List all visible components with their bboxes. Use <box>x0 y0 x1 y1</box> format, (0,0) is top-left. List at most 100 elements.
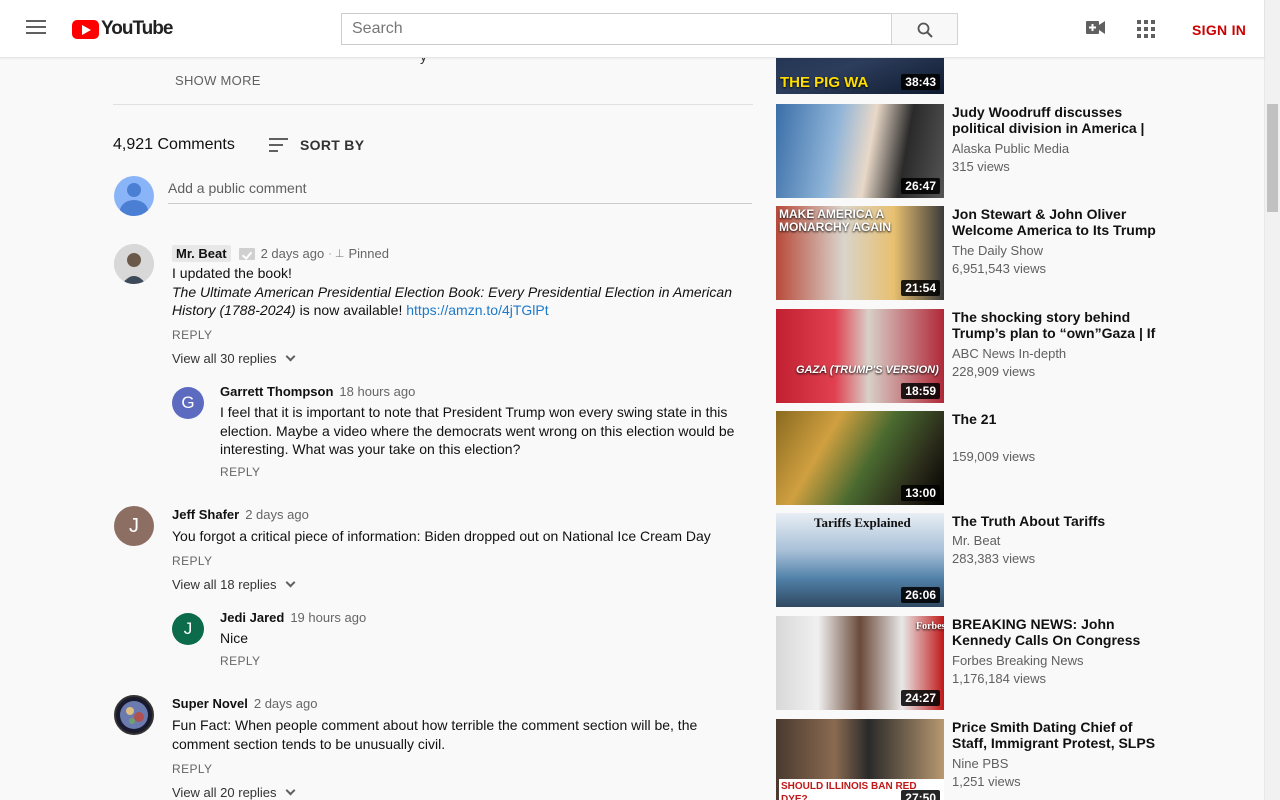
video-title[interactable]: Jon Stewart & John Oliver Welcome Americ… <box>952 206 1162 238</box>
view-replies-button[interactable]: View all 18 replies <box>172 577 295 592</box>
reply-meta: Jedi Jared 19 hours ago <box>220 610 366 625</box>
view-count: 283,383 views <box>952 551 1036 566</box>
video-thumbnail[interactable]: 13:00 <box>776 411 944 505</box>
view-count: 159,009 views <box>952 449 1036 464</box>
thumbnail-caption: THE PIG WA <box>780 74 869 91</box>
video-title[interactable]: Judy Woodruff discusses political divisi… <box>952 104 1162 136</box>
comment-time[interactable]: 2 days ago <box>245 507 309 522</box>
comment-meta: Mr. Beat 2 days ago · ⊥ Pinned <box>172 245 389 262</box>
video-thumbnail[interactable]: GAZA (TRUMP'S VERSION) 18:59 <box>776 309 944 403</box>
thumbnail-caption: Forbes <box>916 621 944 632</box>
search-button[interactable] <box>891 13 958 45</box>
menu-button[interactable] <box>24 17 48 41</box>
pin-icon: · ⊥ <box>328 248 345 260</box>
comment-time[interactable]: 2 days ago <box>261 246 325 261</box>
video-thumbnail[interactable]: 26:47 <box>776 104 944 198</box>
reply-author[interactable]: Jedi Jared <box>220 610 284 625</box>
sort-by-button[interactable]: SORT BY <box>269 137 364 153</box>
channel-name[interactable]: Alaska Public Media <box>952 141 1069 156</box>
channel-name[interactable]: ABC News In-depth <box>952 346 1066 361</box>
recommended-video[interactable]: 26:47 Judy Woodruff discusses political … <box>776 104 1176 200</box>
reply-button[interactable]: REPLY <box>220 465 260 479</box>
comment-text-line: I updated the book! <box>172 265 292 281</box>
comment-text-body: The Ultimate American Presidential Elect… <box>172 283 742 320</box>
logo-text: YouTube <box>101 18 173 39</box>
reply-avatar[interactable]: G <box>172 387 204 419</box>
view-count: 1,251 views <box>952 774 1021 789</box>
recommended-video[interactable]: Tariffs Explained 26:06 The Truth About … <box>776 513 1176 609</box>
video-duration: 38:43 <box>901 74 940 90</box>
reply-button[interactable]: REPLY <box>172 554 212 568</box>
channel-name[interactable]: The Daily Show <box>952 243 1043 258</box>
reply-meta: Garrett Thompson 18 hours ago <box>220 384 415 399</box>
video-thumbnail[interactable]: SHOULD ILLINOIS BAN RED DYE? 27:50 <box>776 719 944 800</box>
masthead: YouTube SIGN IN <box>0 0 1264 58</box>
video-title[interactable]: The 21 <box>952 411 1162 427</box>
avatar[interactable] <box>114 244 154 284</box>
create-video-icon[interactable] <box>1086 20 1105 40</box>
comment-author[interactable]: Jeff Shafer <box>172 507 239 522</box>
comment-text: You forgot a critical piece of informati… <box>172 528 711 544</box>
view-count: 315 views <box>952 159 1010 174</box>
avatar-photo-icon <box>114 244 154 284</box>
video-duration: 13:00 <box>901 485 940 501</box>
add-comment-input[interactable]: Add a public comment <box>168 180 752 204</box>
video-title[interactable]: The shocking story behind Trump’s plan t… <box>952 309 1162 341</box>
video-thumbnail[interactable]: Forbes 24:27 <box>776 616 944 710</box>
video-title[interactable]: Price Smith Dating Chief of Staff, Immig… <box>952 719 1162 751</box>
youtube-play-icon <box>72 19 99 39</box>
user-avatar <box>114 176 154 216</box>
recommended-video[interactable]: Forbes 24:27 BREAKING NEWS: John Kennedy… <box>776 616 1176 712</box>
sign-in-button[interactable]: SIGN IN <box>1192 22 1246 38</box>
comment-author[interactable]: Mr. Beat <box>172 245 231 262</box>
comment-author[interactable]: Super Novel <box>172 696 248 711</box>
avatar[interactable]: J <box>114 506 154 546</box>
thumbnail-caption: GAZA (TRUMP'S VERSION) <box>796 364 939 376</box>
recommended-video[interactable]: GAZA (TRUMP'S VERSION) 18:59 The shockin… <box>776 309 1176 405</box>
chevron-down-icon <box>285 351 295 362</box>
video-thumbnail[interactable]: Tariffs Explained 26:06 <box>776 513 944 607</box>
channel-name[interactable]: Forbes Breaking News <box>952 653 1084 668</box>
comment-meta: Jeff Shafer 2 days ago <box>172 507 309 522</box>
chevron-down-icon <box>285 785 295 796</box>
channel-name[interactable]: Mr. Beat <box>952 533 1000 548</box>
channel-name[interactable]: Nine PBS <box>952 756 1008 771</box>
sort-by-label: SORT BY <box>300 137 365 153</box>
reply-button[interactable]: REPLY <box>172 762 212 776</box>
view-count: 1,176,184 views <box>952 671 1046 686</box>
reply-time[interactable]: 19 hours ago <box>290 610 366 625</box>
video-duration: 26:47 <box>901 178 940 194</box>
reply-avatar[interactable]: J <box>172 613 204 645</box>
page-scrollbar[interactable] <box>1264 0 1280 800</box>
view-replies-label: View all 18 replies <box>172 577 277 592</box>
reply-time[interactable]: 18 hours ago <box>339 384 415 399</box>
view-replies-label: View all 30 replies <box>172 351 277 366</box>
video-duration: 24:27 <box>901 690 940 706</box>
youtube-logo[interactable]: YouTube <box>72 18 173 40</box>
reply-button[interactable]: REPLY <box>172 328 212 342</box>
view-replies-button[interactable]: View all 30 replies <box>172 351 295 366</box>
comment-count: 4,921 Comments <box>113 136 235 153</box>
verified-badge-icon <box>238 247 255 260</box>
book-link[interactable]: https://amzn.to/4jTGlPt <box>406 302 548 318</box>
comment-time[interactable]: 2 days ago <box>254 696 318 711</box>
search-input[interactable] <box>341 13 892 45</box>
apps-grid-icon[interactable] <box>1137 20 1155 43</box>
video-title[interactable]: The Truth About Tariffs <box>952 513 1162 529</box>
video-title[interactable]: BREAKING NEWS: John Kennedy Calls On Con… <box>952 616 1162 648</box>
reply-author[interactable]: Garrett Thompson <box>220 384 333 399</box>
show-more-button[interactable]: SHOW MORE <box>175 73 261 88</box>
recommended-video[interactable]: 13:00 The 21 159,009 views <box>776 411 1176 507</box>
recommended-video[interactable]: MAKE AMERICA A MONARCHY AGAIN 21:54 Jon … <box>776 206 1176 302</box>
reply-button[interactable]: REPLY <box>220 654 260 668</box>
comment-text-rest: is now available! <box>295 302 407 318</box>
scrollbar-thumb[interactable] <box>1267 104 1278 212</box>
video-duration: 27:50 <box>901 790 940 800</box>
avatar[interactable] <box>114 695 154 735</box>
video-duration: 18:59 <box>901 383 940 399</box>
recommended-video[interactable]: SHOULD ILLINOIS BAN RED DYE? 27:50 Price… <box>776 719 1176 800</box>
comment-text: Fun Fact: When people comment about how … <box>172 717 698 752</box>
view-replies-button[interactable]: View all 20 replies <box>172 785 295 800</box>
reply-text: Nice <box>220 630 249 646</box>
video-thumbnail[interactable]: MAKE AMERICA A MONARCHY AGAIN 21:54 <box>776 206 944 300</box>
